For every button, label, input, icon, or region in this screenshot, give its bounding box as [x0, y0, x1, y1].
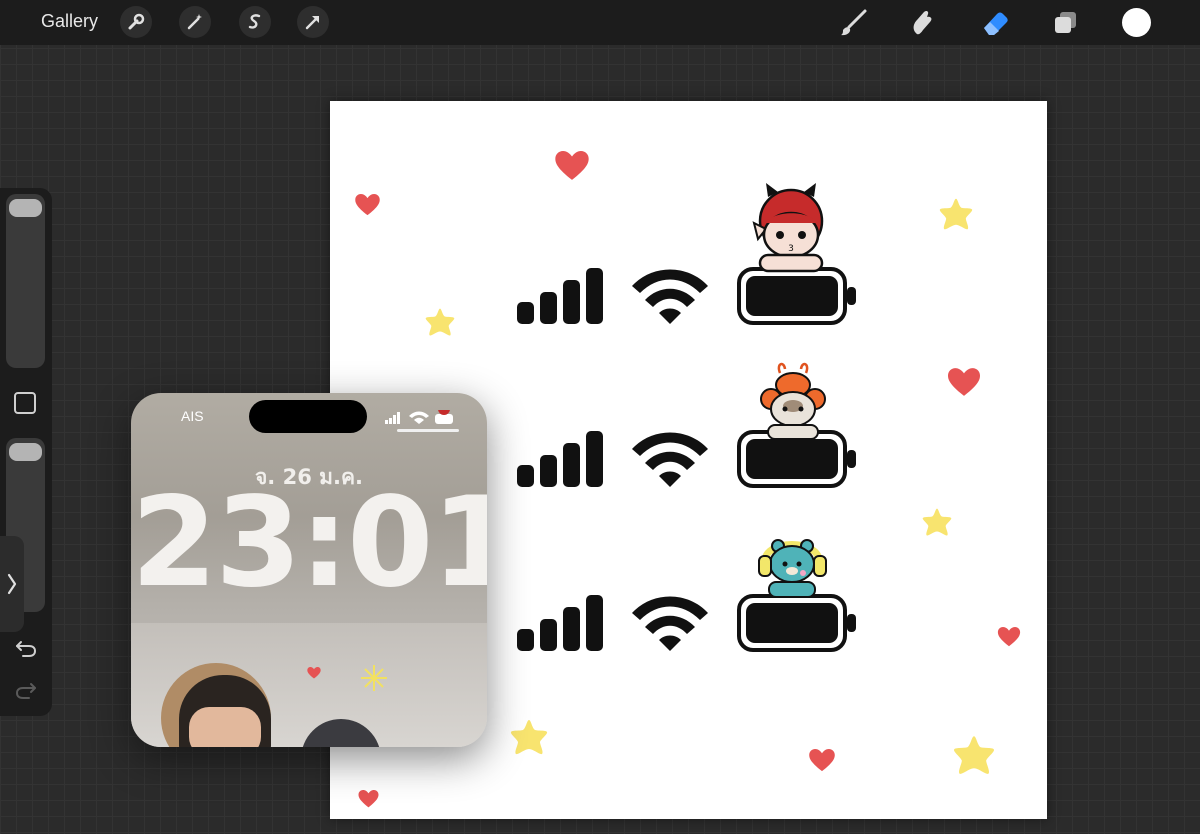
wifi-icon — [632, 596, 708, 651]
carrier-label: AIS — [181, 408, 204, 424]
wifi-icon — [632, 432, 708, 487]
chevron-right-icon — [7, 573, 17, 595]
magic-wand-icon — [187, 14, 202, 30]
bear-headphones-character-icon — [758, 539, 827, 598]
transform-button[interactable] — [297, 6, 329, 38]
star-icon — [425, 308, 455, 336]
second-person — [301, 719, 381, 747]
sparkle-icon — [361, 665, 387, 691]
brush-size-slider[interactable] — [6, 194, 45, 368]
brush-icon — [841, 9, 867, 36]
layers-button[interactable] — [1048, 6, 1082, 40]
star-icon — [922, 508, 952, 536]
battery-icon — [737, 267, 856, 325]
devil-character-icon: 3 — [752, 183, 824, 273]
layers-icon — [1055, 12, 1076, 33]
star-icon — [953, 736, 995, 774]
top-toolbar: Gallery — [0, 0, 1200, 45]
left-sidebar — [0, 188, 52, 716]
phone-lockscreen-preview: AIS จ. 26 ม.ค. 23:01 — [131, 393, 487, 747]
wallpaper-photo — [131, 623, 487, 747]
dynamic-island — [249, 400, 367, 433]
heart-icon — [555, 151, 589, 180]
brush-tool[interactable] — [836, 6, 870, 40]
heart-icon — [997, 627, 1021, 647]
wrench-icon — [128, 13, 145, 30]
heart-icon — [355, 194, 380, 216]
smudge-icon — [913, 10, 932, 35]
wifi-icon — [632, 269, 708, 324]
signal-bars-icon — [517, 595, 603, 651]
actions-button[interactable] — [120, 6, 152, 38]
eraser-tool[interactable] — [978, 6, 1012, 40]
star-icon — [510, 720, 548, 755]
adjustments-button[interactable] — [179, 6, 211, 38]
svg-text:3: 3 — [788, 244, 794, 254]
transform-arrow-icon — [305, 16, 319, 30]
heart-icon — [358, 790, 379, 808]
eraser-icon — [984, 12, 1008, 35]
status-icons — [385, 410, 453, 424]
battery-indicator-line — [397, 429, 459, 432]
crab-cat-character-icon — [760, 362, 826, 440]
heart-icon — [307, 667, 321, 679]
redo-icon[interactable] — [14, 680, 38, 700]
sidebar-expand-handle[interactable] — [0, 536, 24, 632]
selection-icon — [248, 14, 261, 29]
status-icon-set — [515, 266, 865, 336]
gallery-button[interactable]: Gallery — [41, 11, 98, 32]
modify-button[interactable] — [14, 392, 36, 414]
heart-icon — [809, 749, 835, 772]
opacity-thumb[interactable] — [9, 443, 42, 461]
lockscreen-time: 23:01 — [131, 471, 487, 615]
undo-icon[interactable] — [14, 638, 38, 658]
signal-bars-icon — [517, 431, 603, 487]
star-icon — [939, 198, 973, 230]
selection-button[interactable] — [239, 6, 271, 38]
battery-icon — [737, 594, 856, 652]
status-icon-set — [515, 593, 865, 663]
signal-bars-icon — [517, 268, 603, 324]
smudge-tool[interactable] — [905, 6, 939, 40]
brush-size-thumb[interactable] — [9, 199, 42, 217]
person-face — [189, 707, 261, 747]
heart-icon — [948, 368, 980, 396]
color-picker-button[interactable] — [1122, 8, 1151, 37]
